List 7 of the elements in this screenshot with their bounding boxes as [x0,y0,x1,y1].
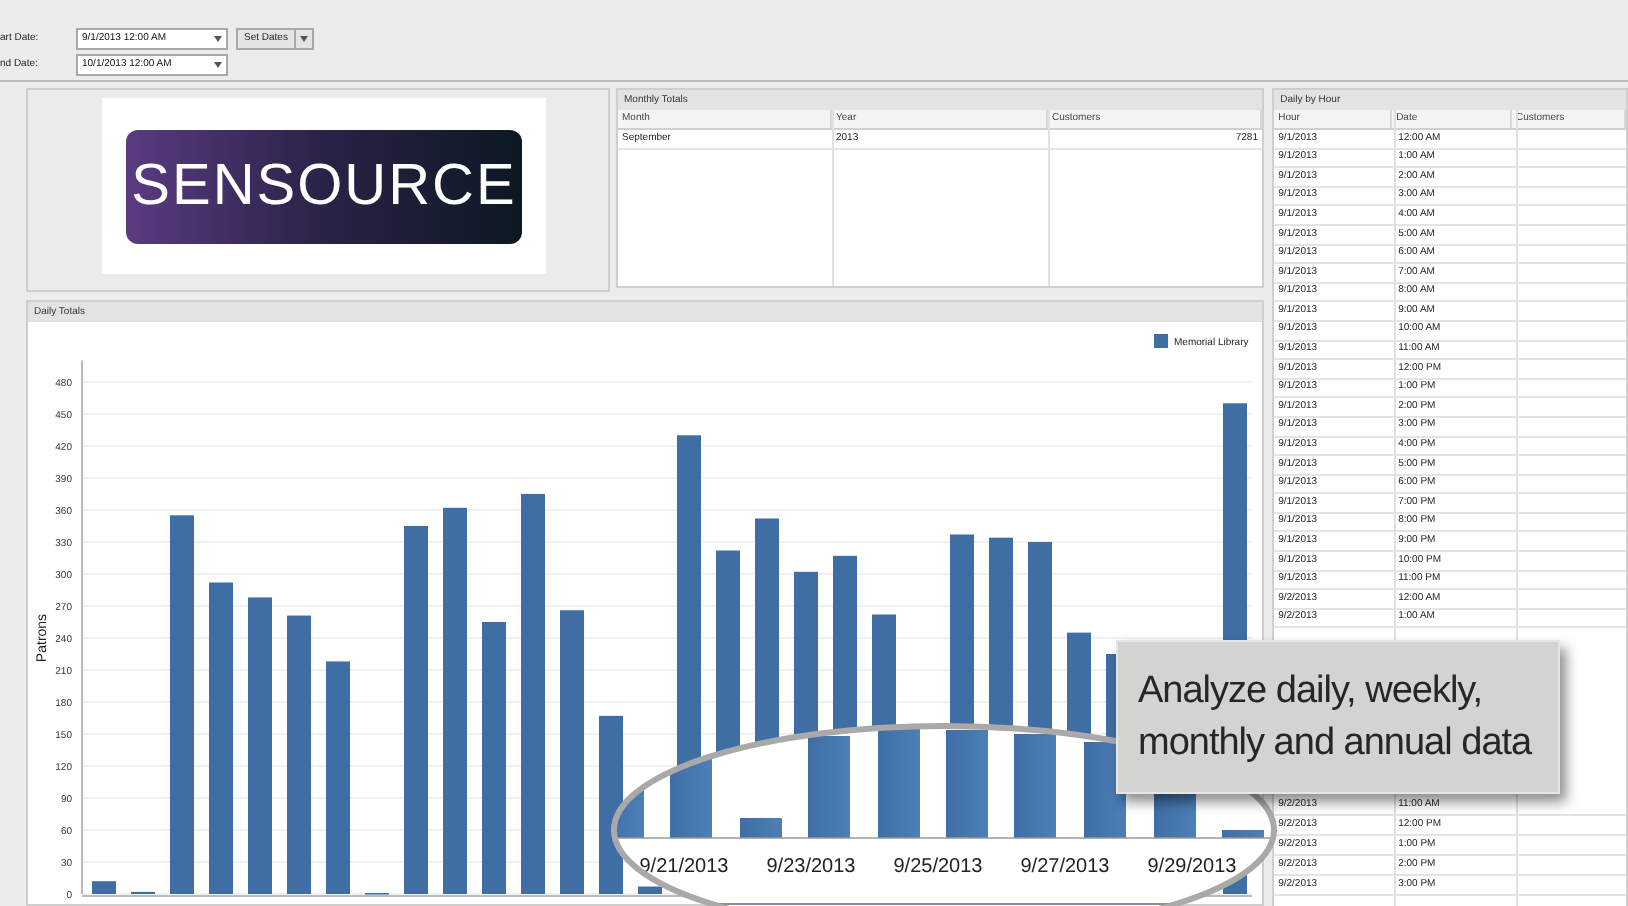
bar [92,881,116,894]
caret-icon [214,62,222,68]
logo-text: SENSOURCE [131,157,517,215]
callout-text: Analyze daily, weekly, [1138,667,1485,715]
caret-icon [214,36,222,42]
caret-icon [299,36,308,42]
bar [638,886,662,894]
